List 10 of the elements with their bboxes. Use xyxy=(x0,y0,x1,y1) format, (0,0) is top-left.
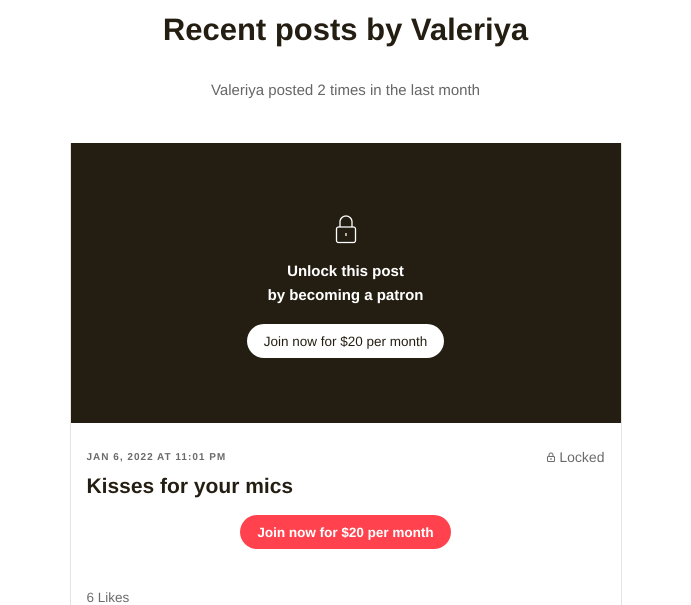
unlock-message: Unlock this post by becoming a patron xyxy=(268,262,424,306)
locked-status: Locked xyxy=(559,449,604,465)
post-date: JAN 6, 2022 AT 11:01 PM xyxy=(86,452,226,462)
post-title: Kisses for your mics xyxy=(86,474,294,500)
post-count-text: Valeriya posted 2 times in the last month xyxy=(210,82,480,100)
page-heading: Recent posts by Valeriya xyxy=(162,11,528,49)
padlock-icon xyxy=(334,214,356,244)
likes-count: 6 Likes xyxy=(86,590,130,605)
lock-icon xyxy=(547,452,556,462)
join-button[interactable]: Join now for $20 per month xyxy=(246,324,444,358)
